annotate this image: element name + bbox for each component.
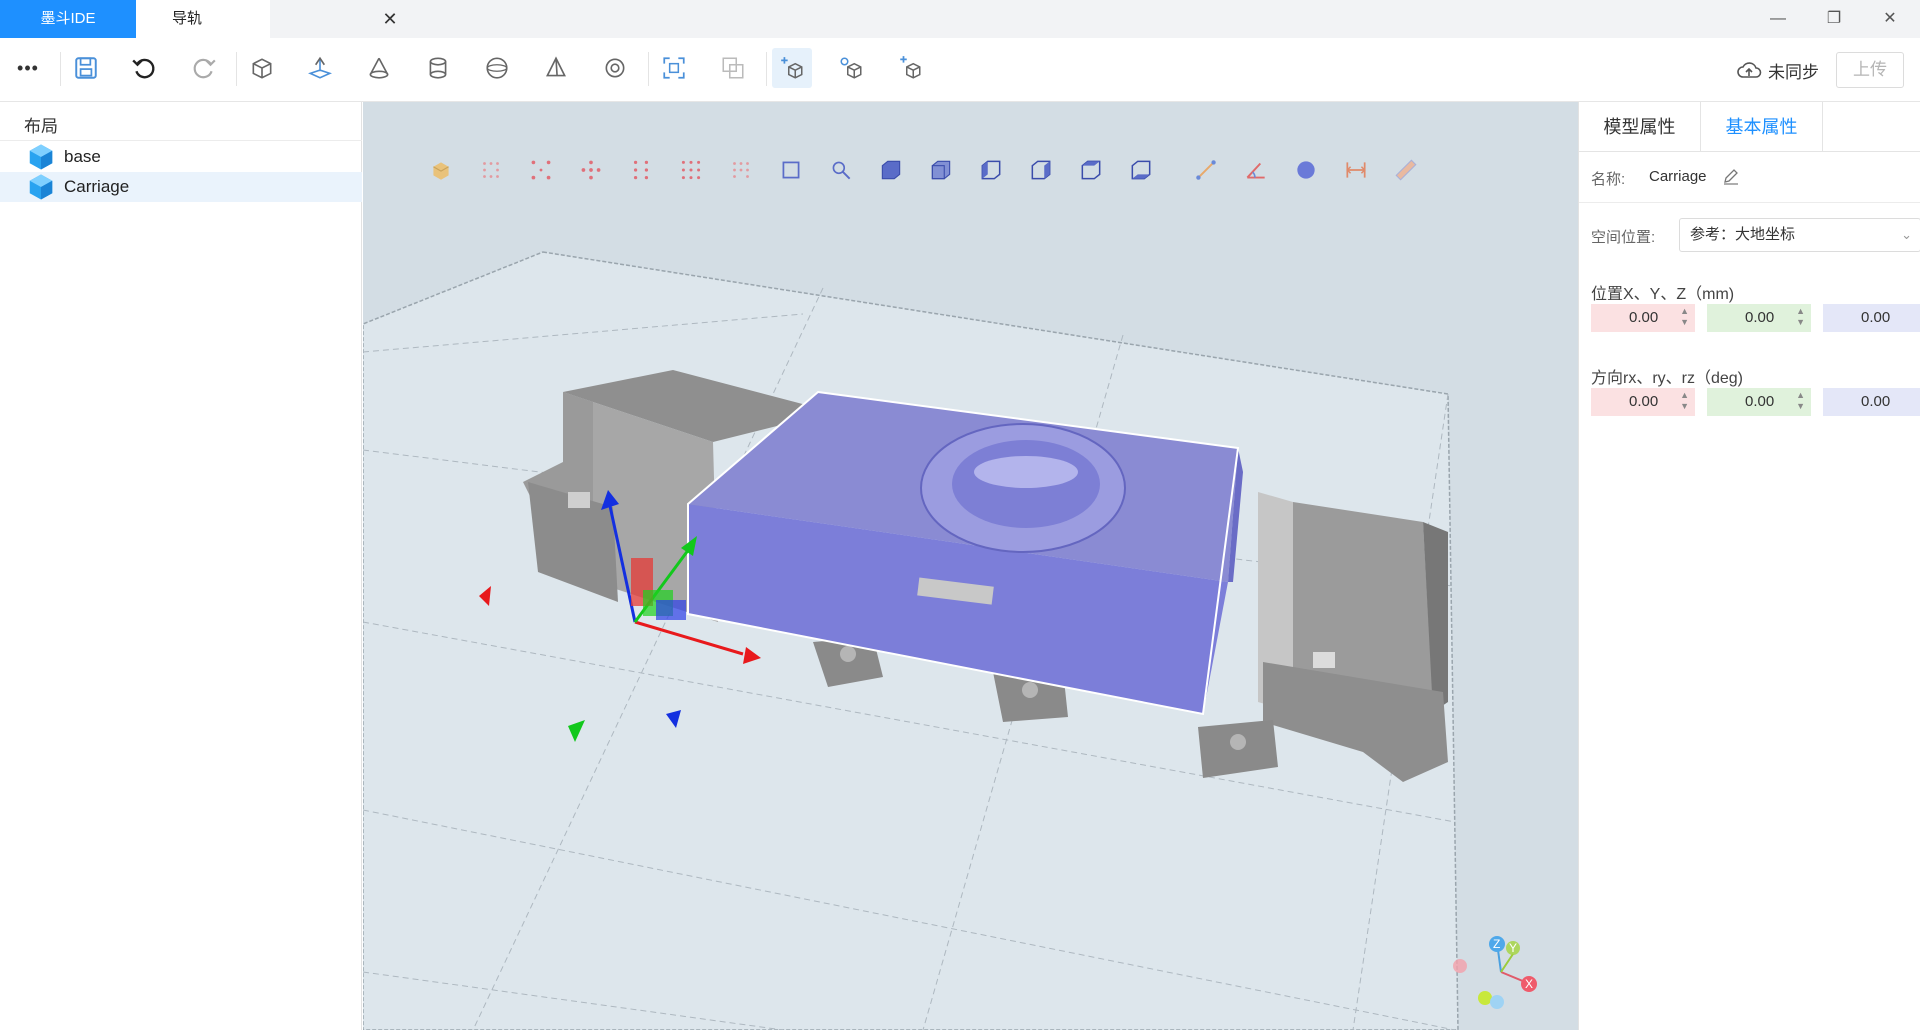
view-right-icon[interactable] [1023,152,1059,188]
view-bottom-icon[interactable] [1123,152,1159,188]
scene-canvas: Z Y X [363,251,1537,1030]
toolbar-divider [766,52,767,86]
stepper-icon[interactable]: ▲ ▼ [1796,306,1805,328]
grid-sparse-icon[interactable] [723,152,759,188]
close-tab-icon[interactable]: ✕ [380,0,400,38]
pyramid-icon[interactable] [536,48,576,88]
minimize-button[interactable]: — [1750,0,1806,38]
redo-icon[interactable] [184,48,224,88]
select-box-icon[interactable] [773,152,809,188]
position-y-value: 0.00 [1745,309,1775,326]
reference-frame-select[interactable]: 参考：大地坐标 ⌄ [1679,218,1920,252]
axis-indicator: Z Y X [1453,936,1537,1009]
fit-view-icon[interactable] [654,48,694,88]
view-front-icon[interactable] [873,152,909,188]
tab-basic-properties[interactable]: 基本属性 [1701,102,1823,152]
add-joint-icon[interactable] [831,48,871,88]
toolbar-divider [236,52,237,86]
position-x-input[interactable]: 0.00 ▲ ▼ [1591,304,1695,332]
cloud-upload-icon [1737,62,1762,78]
torus-icon[interactable] [595,48,635,88]
upload-button[interactable]: 上传 [1836,52,1904,88]
tab-bar: 墨斗IDE 导轨 ✕ — ❐ ✕ [0,0,1920,38]
box-icon[interactable] [242,48,282,88]
grid-points-icon[interactable] [473,152,509,188]
axis-y-label: Y [1509,941,1517,955]
grid-center-icon[interactable] [573,152,609,188]
plane-icon[interactable] [300,48,340,88]
grid-edges-icon[interactable] [623,152,659,188]
rotation-rx-value: 0.00 [1629,393,1659,410]
name-label: 名称: [1591,171,1626,188]
cube-solid-icon[interactable] [423,152,459,188]
panel-divider [1579,202,1920,203]
panel-divider [0,140,362,141]
view-top-icon[interactable] [1073,152,1109,188]
stepper-icon[interactable]: ▲ ▼ [1680,390,1689,412]
axis-x-label: X [1525,977,1533,991]
rotation-label: 方向rx、ry、rz（deg) [1591,370,1744,387]
toolbar-divider [60,52,61,86]
position-x-value: 0.00 [1629,309,1659,326]
sync-status[interactable]: 未同步 [1736,58,1819,82]
more-menu-button[interactable]: ••• [8,48,48,88]
cylinder-icon[interactable] [418,48,458,88]
rotation-rx-input[interactable]: 0.00 ▲ ▼ [1591,388,1695,416]
grid-corners-icon[interactable] [523,152,559,188]
position-y-input[interactable]: 0.00 ▲ ▼ [1707,304,1811,332]
add-link-icon[interactable] [890,48,930,88]
edit-name-icon[interactable] [1721,166,1741,186]
rotation-rz-value: 0.00 [1861,393,1891,410]
properties-tabs: 模型属性 基本属性 [1579,102,1920,152]
properties-panel: 模型属性 基本属性 名称: Carriage 空间位置: 参考：大地坐标 ⌄ 位… [1578,102,1920,1030]
layout-panel: 布局 base Carriage [0,102,362,1030]
tab-ide[interactable]: 墨斗IDE [0,0,136,38]
3d-viewport[interactable]: Z Y X [363,102,1578,1030]
stepper-icon[interactable]: ▲ ▼ [1796,390,1805,412]
boolean-icon[interactable] [713,48,753,88]
ruler-icon[interactable] [1388,152,1424,188]
sphere-icon[interactable] [477,48,517,88]
close-window-button[interactable]: ✕ [1862,0,1918,38]
sync-status-label: 未同步 [1768,62,1819,82]
part-cube-icon [29,144,53,170]
tree-item-label: Carriage [64,177,130,196]
tab-model-properties[interactable]: 模型属性 [1579,102,1701,152]
tab-guide-rail[interactable]: 导轨 ✕ [136,0,398,38]
view-left-icon[interactable] [973,152,1009,188]
toolbar-divider [648,52,649,86]
layout-panel-title: 布局 [24,117,58,136]
rotation-ry-input[interactable]: 0.00 ▲ ▼ [1707,388,1811,416]
measure-sphere-icon[interactable] [1288,152,1324,188]
rotation-ry-value: 0.00 [1745,393,1775,410]
maximize-button[interactable]: ❐ [1806,0,1862,38]
name-value: Carriage [1649,168,1707,185]
tab-guide-rail-label: 导轨 [172,10,203,27]
cone-icon[interactable] [359,48,399,88]
position-z-value: 0.00 [1861,309,1891,326]
main-toolbar: ••• 未同步 上传 [0,38,1920,102]
part-cube-icon [29,174,53,200]
reference-frame-value: 参考：大地坐标 [1690,226,1796,243]
measure-distance-icon[interactable] [1338,152,1374,188]
grid-full-icon[interactable] [673,152,709,188]
tree-item-carriage[interactable]: Carriage [0,172,362,202]
chevron-down-icon: ⌄ [1901,227,1912,242]
tree-item-label: base [64,147,101,166]
position-label: 位置X、Y、Z（mm) [1591,286,1735,303]
stepper-icon[interactable]: ▲ ▼ [1680,306,1689,328]
add-part-icon[interactable] [772,48,812,88]
tree-item-base[interactable]: base [0,142,362,172]
select-pick-icon[interactable] [823,152,859,188]
measure-angle-icon[interactable] [1238,152,1274,188]
view-back-icon[interactable] [923,152,959,188]
tab-ide-label: 墨斗IDE [40,10,96,27]
undo-icon[interactable] [124,48,164,88]
space-position-label: 空间位置: [1591,229,1656,246]
axis-z-label: Z [1493,937,1500,951]
rotation-rz-input[interactable]: 0.00 [1823,388,1920,416]
position-z-input[interactable]: 0.00 [1823,304,1920,332]
measure-line-icon[interactable] [1188,152,1224,188]
save-icon[interactable] [66,48,106,88]
